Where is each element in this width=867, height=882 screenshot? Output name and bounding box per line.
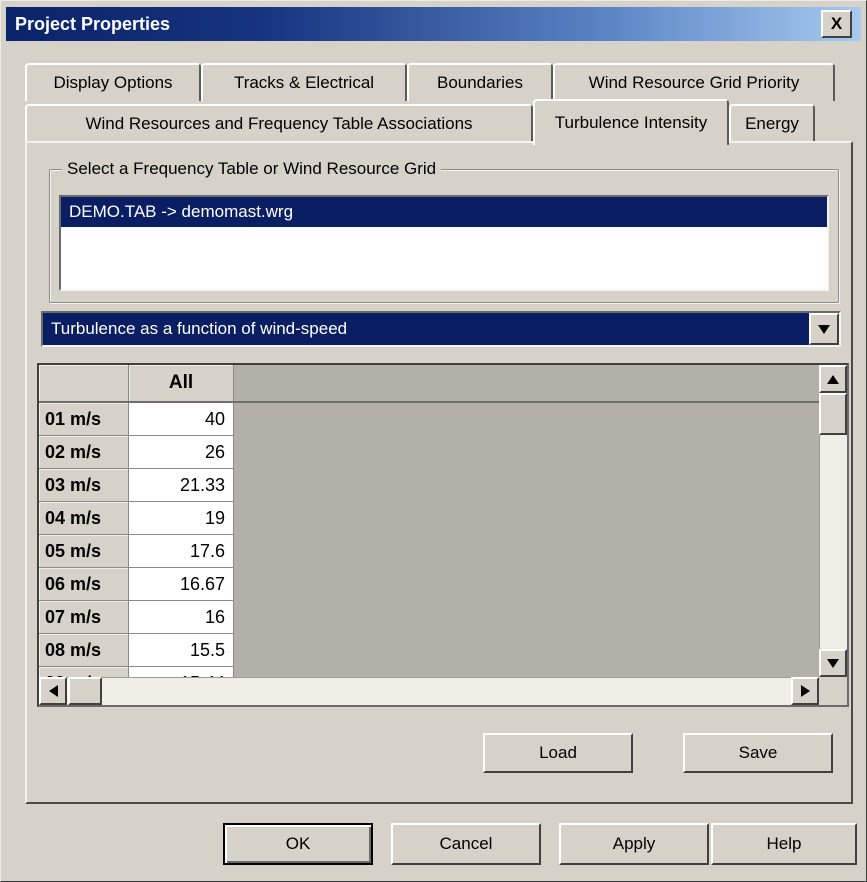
grid-rows: 01 m/s4002 m/s2603 m/s21.3304 m/s1905 m/…: [39, 403, 819, 677]
value-cell[interactable]: 15.44: [129, 667, 234, 677]
table-row: 01 m/s40: [39, 403, 819, 436]
scroll-up-button[interactable]: [819, 365, 847, 393]
value-cell[interactable]: 40: [129, 403, 234, 436]
list-item[interactable]: DEMO.TAB -> demomast.wrg: [61, 197, 827, 227]
tab-wind-resource-grid-priority[interactable]: Wind Resource Grid Priority: [553, 63, 835, 101]
load-button[interactable]: Load: [483, 733, 633, 773]
tab-row-bottom: Wind Resources and Frequency Table Assoc…: [25, 101, 815, 141]
arrow-down-icon: [827, 659, 839, 668]
tab-page-turbulence-intensity: Select a Frequency Table or Wind Resourc…: [25, 141, 853, 804]
vertical-scrollbar[interactable]: [819, 365, 847, 677]
grid-area: All 01 m/s4002 m/s2603 m/s21.3304 m/s190…: [39, 365, 819, 677]
vertical-scrollbar-thumb[interactable]: [819, 393, 847, 435]
horizontal-scrollbar-thumb[interactable]: [68, 677, 102, 705]
row-label-cell: 02 m/s: [39, 436, 129, 469]
save-button[interactable]: Save: [683, 733, 833, 773]
row-label-cell: 06 m/s: [39, 568, 129, 601]
grid-corner-header-cell: [39, 365, 129, 401]
horizontal-scrollbar[interactable]: [39, 677, 819, 705]
tab-turbulence-intensity[interactable]: Turbulence Intensity: [533, 99, 729, 145]
window-title: Project Properties: [6, 14, 170, 35]
close-icon[interactable]: X: [821, 10, 852, 38]
table-row: 03 m/s21.33: [39, 469, 819, 502]
table-row: 04 m/s19: [39, 502, 819, 535]
tab-row-top: Display OptionsTracks & ElectricalBounda…: [25, 63, 835, 101]
arrow-right-icon: [801, 685, 810, 697]
row-label-cell: 03 m/s: [39, 469, 129, 502]
value-cell[interactable]: 17.6: [129, 535, 234, 568]
help-button[interactable]: Help: [711, 823, 857, 865]
turbulence-data-grid: All 01 m/s4002 m/s2603 m/s21.3304 m/s190…: [37, 363, 849, 707]
turbulence-mode-combobox[interactable]: Turbulence as a function of wind-speed: [41, 311, 841, 347]
tab-energy[interactable]: Energy: [729, 104, 815, 141]
tab-wind-resources-and-frequency-table-associations[interactable]: Wind Resources and Frequency Table Assoc…: [25, 104, 533, 141]
table-row: 05 m/s17.6: [39, 535, 819, 568]
scroll-right-button[interactable]: [791, 677, 819, 705]
table-row: 08 m/s15.5: [39, 634, 819, 667]
scroll-down-button[interactable]: [819, 649, 847, 677]
title-bar[interactable]: Project Properties X: [6, 7, 861, 41]
frequency-table-group-box: Select a Frequency Table or Wind Resourc…: [49, 169, 839, 303]
tab-tracks-electrical[interactable]: Tracks & Electrical: [201, 63, 407, 101]
group-box-label: Select a Frequency Table or Wind Resourc…: [62, 159, 441, 179]
table-row: 09 m/s15.44: [39, 667, 819, 677]
combobox-value: Turbulence as a function of wind-speed: [43, 313, 809, 345]
row-label-cell: 01 m/s: [39, 403, 129, 436]
value-cell[interactable]: 16.67: [129, 568, 234, 601]
scroll-left-button[interactable]: [39, 677, 67, 705]
cancel-button[interactable]: Cancel: [391, 823, 541, 865]
grid-header-row: All: [39, 365, 819, 403]
tab-display-options[interactable]: Display Options: [25, 63, 201, 101]
row-label-cell: 09 m/s: [39, 667, 129, 677]
row-label-cell: 07 m/s: [39, 601, 129, 634]
table-row: 06 m/s16.67: [39, 568, 819, 601]
tab-boundaries[interactable]: Boundaries: [407, 63, 553, 101]
row-label-cell: 05 m/s: [39, 535, 129, 568]
row-label-cell: 04 m/s: [39, 502, 129, 535]
frequency-table-listbox: DEMO.TAB -> demomast.wrg: [59, 195, 829, 291]
value-cell[interactable]: 26: [129, 436, 234, 469]
arrow-left-icon: [49, 685, 58, 697]
apply-button[interactable]: Apply: [559, 823, 709, 865]
table-row: 02 m/s26: [39, 436, 819, 469]
arrow-up-icon: [827, 375, 839, 384]
grid-all-header-cell: All: [129, 365, 234, 401]
value-cell[interactable]: 15.5: [129, 634, 234, 667]
scrollbar-corner: [819, 677, 847, 705]
value-cell[interactable]: 16: [129, 601, 234, 634]
value-cell[interactable]: 21.33: [129, 469, 234, 502]
combobox-dropdown-button[interactable]: [809, 313, 839, 345]
table-row: 07 m/s16: [39, 601, 819, 634]
chevron-down-icon: [818, 325, 830, 334]
value-cell[interactable]: 19: [129, 502, 234, 535]
ok-button[interactable]: OK: [223, 823, 373, 865]
project-properties-dialog: Project Properties X Display OptionsTrac…: [0, 0, 867, 882]
row-label-cell: 08 m/s: [39, 634, 129, 667]
